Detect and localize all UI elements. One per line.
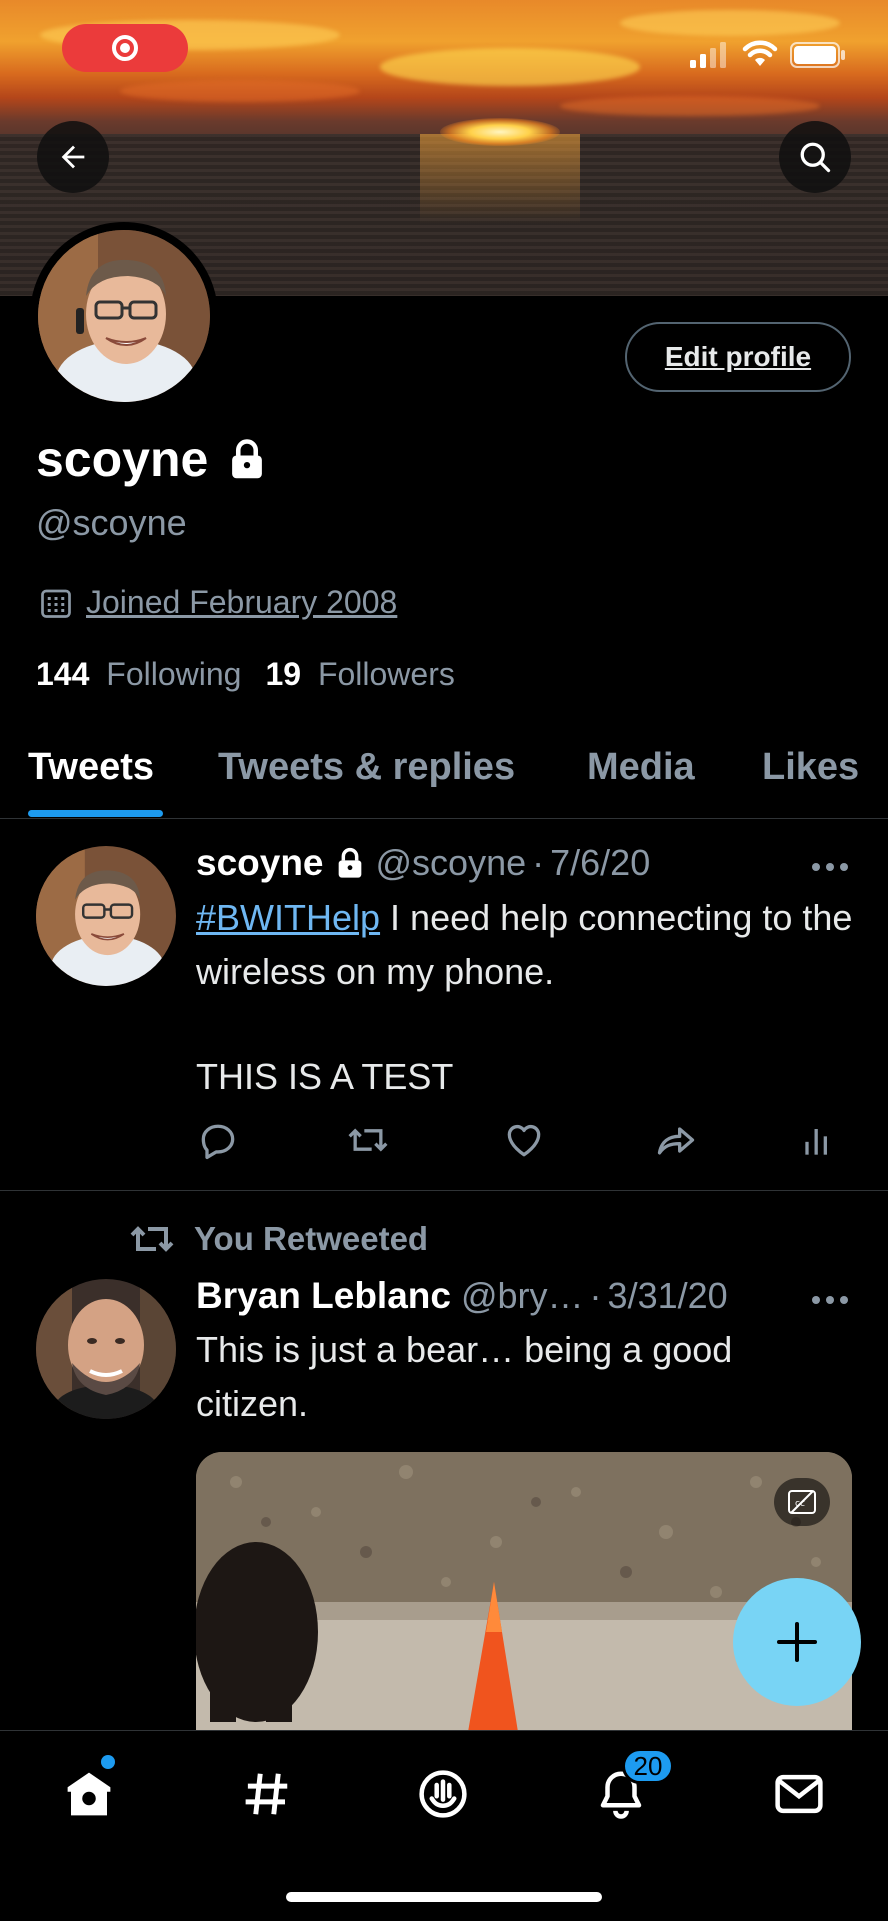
tweet-date[interactable]: 7/6/20 — [550, 842, 650, 884]
profile-handle: @scoyne — [36, 502, 187, 543]
tweet-header: scoyne @scoyne · 7/6/20 — [196, 842, 650, 884]
more-options-button[interactable] — [810, 860, 850, 878]
battery-icon — [790, 42, 846, 73]
tab-tweets-and-replies[interactable]: Tweets & replies — [218, 746, 515, 789]
follow-stats: 144 Following 19 Followers — [36, 656, 455, 693]
retweet-context-label: You Retweeted — [194, 1220, 429, 1257]
followers-link[interactable]: 19 Followers — [265, 656, 454, 693]
svg-text:cc: cc — [795, 1499, 805, 1509]
tweet-author-name[interactable]: Bryan Leblanc — [196, 1275, 451, 1317]
back-button[interactable] — [37, 121, 109, 193]
following-count: 144 — [36, 656, 90, 692]
spaces-icon[interactable] — [416, 1767, 470, 1821]
home-indicator[interactable] — [286, 1892, 602, 1902]
record-icon — [112, 35, 138, 61]
more-options-button[interactable] — [810, 1293, 850, 1311]
joined-date-text: Joined February 2008 — [86, 584, 398, 620]
cellular-signal-icon — [690, 42, 726, 73]
tweet-author-avatar[interactable] — [36, 1279, 176, 1419]
lock-icon — [338, 847, 361, 878]
profile-avatar[interactable] — [30, 222, 218, 410]
arrow-left-icon — [61, 145, 85, 169]
tab-likes[interactable]: Likes — [762, 746, 859, 789]
tweet[interactable]: scoyne @scoyne · 7/6/20 #BWITHelp I need… — [0, 820, 888, 1190]
tweet-video-media[interactable] — [196, 1452, 852, 1732]
tweet-date[interactable]: 3/31/20 — [608, 1275, 728, 1317]
tweet-text: #BWITHelp I need help connecting to the … — [196, 891, 856, 999]
retweet-icon — [130, 1226, 174, 1252]
analytics-icon[interactable] — [796, 1118, 840, 1162]
profile-display-name: scoyne — [36, 430, 268, 488]
screen-recording-indicator[interactable] — [62, 24, 188, 72]
retweet-icon[interactable] — [346, 1118, 390, 1162]
compose-tweet-button[interactable] — [733, 1578, 861, 1706]
plus-icon — [777, 1622, 817, 1662]
lock-icon — [232, 439, 263, 479]
video-frame — [196, 1452, 852, 1732]
wifi-icon — [742, 40, 778, 73]
search-button[interactable] — [779, 121, 851, 193]
hashtag-link[interactable]: #BWITHelp — [196, 897, 380, 938]
tab-tweets[interactable]: Tweets — [28, 746, 154, 789]
tab-media[interactable]: Media — [587, 746, 695, 789]
home-icon[interactable] — [62, 1767, 116, 1821]
tweet-author-handle: @scoyne — [375, 842, 527, 883]
avatar-photo — [38, 230, 210, 402]
home-new-content-dot — [101, 1755, 115, 1769]
tweet-text-line2: THIS IS A TEST — [196, 1056, 454, 1097]
following-link[interactable]: 144 Following — [36, 656, 241, 693]
profile-tabs: Tweets Tweets & replies Media Likes — [0, 740, 888, 819]
following-label: Following — [106, 656, 242, 692]
captions-icon: cc — [788, 1490, 816, 1514]
retweet-context: You Retweeted — [128, 1219, 428, 1259]
reply-icon[interactable] — [196, 1118, 240, 1162]
followers-label: Followers — [317, 656, 455, 692]
notifications-badge: 20 — [622, 1748, 674, 1784]
envelope-icon[interactable] — [772, 1767, 826, 1821]
edit-profile-button[interactable]: Edit profile — [625, 322, 851, 392]
display-name-text: scoyne — [36, 431, 209, 487]
hashtag-icon[interactable] — [240, 1767, 294, 1821]
search-icon — [800, 142, 831, 173]
captions-button[interactable]: cc — [774, 1478, 830, 1526]
more-dots-icon — [812, 863, 848, 871]
tweet-author-handle: @bry… — [460, 1275, 584, 1316]
more-dots-icon — [812, 1296, 848, 1304]
tweet-text: This is just a bear… being a good citize… — [196, 1329, 733, 1424]
followers-count: 19 — [265, 656, 302, 692]
tweet-author-name[interactable]: scoyne — [196, 842, 324, 884]
tweet-header: Bryan Leblanc @bry… · 3/31/20 — [196, 1275, 728, 1317]
heart-icon[interactable] — [502, 1118, 546, 1162]
tweet-separator: · — [532, 842, 545, 883]
calendar-icon — [41, 589, 71, 618]
active-tab-indicator — [28, 810, 163, 817]
share-icon[interactable] — [654, 1118, 698, 1162]
joined-date: Joined February 2008 — [38, 584, 397, 621]
tweet-separator: · — [589, 1275, 602, 1316]
tweet-author-avatar[interactable] — [36, 846, 176, 986]
